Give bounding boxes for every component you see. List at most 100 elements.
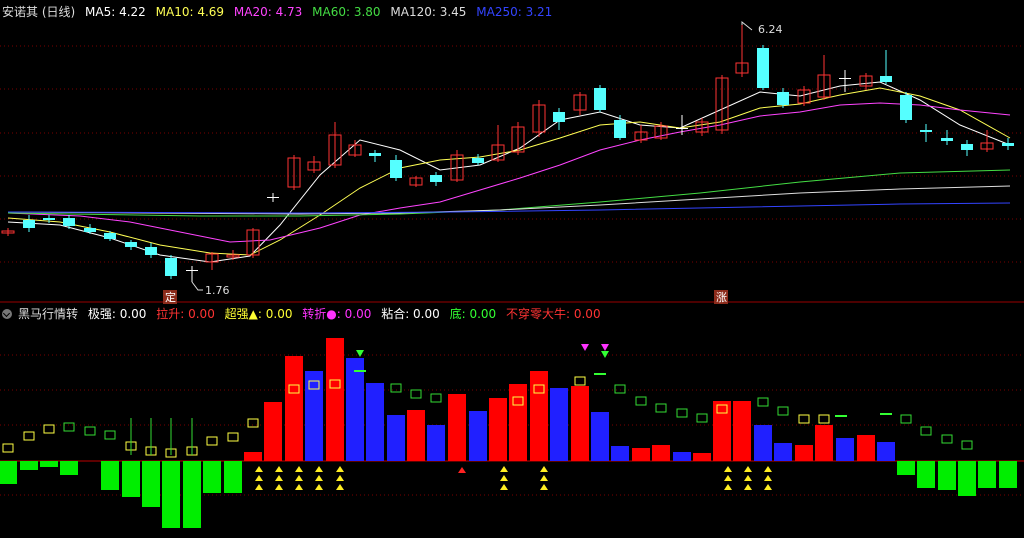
indicator-bar-10 — [224, 461, 242, 493]
indicator-bar-14 — [305, 371, 323, 461]
indicator-box-21 — [574, 376, 586, 386]
indicator-bar-47 — [978, 461, 996, 488]
marker-yellow-up-5-0 — [500, 466, 508, 472]
marker-yellow-up-7-0 — [724, 466, 732, 472]
candle-body-3 — [63, 218, 75, 226]
low-price-label: 1.76 — [205, 284, 230, 297]
indicator-box-0 — [2, 443, 14, 453]
indicator-bar-11 — [244, 452, 262, 461]
candle-body-13 — [267, 197, 279, 198]
indicator-bar-1 — [20, 461, 38, 470]
marker-yellow-up-0-2 — [255, 484, 263, 490]
marker-yellow-up-7-2 — [724, 484, 732, 490]
marker-yellow-up-3-1 — [315, 475, 323, 481]
candle-body-4 — [84, 228, 96, 232]
ma-line-5 — [7, 202, 1011, 214]
candle-body-6 — [125, 242, 137, 247]
marker-red-up-0 — [458, 467, 466, 473]
marker-magenta-down-0 — [581, 344, 589, 351]
candle-body-38 — [777, 92, 789, 105]
candle-body-7 — [145, 247, 157, 255]
candle-body-8 — [165, 258, 177, 276]
indicator-box-17 — [410, 389, 422, 399]
indicator-bar-30 — [632, 448, 650, 461]
indicator-bar-40 — [836, 438, 854, 461]
marker-yellow-up-6-0 — [540, 466, 548, 472]
marker-yellow-up-3-2 — [315, 484, 323, 490]
candle-body-45 — [920, 130, 932, 132]
marker-yellow-up-9-2 — [764, 484, 772, 490]
indicator-box-26 — [696, 413, 708, 423]
indicator-bars — [0, 338, 1017, 528]
candle-body-18 — [369, 153, 381, 156]
indicator-bar-2 — [40, 461, 58, 467]
tag-ding: 定 — [165, 290, 176, 304]
indicator-bar-34 — [713, 401, 731, 461]
indicator-bar-5 — [122, 461, 140, 497]
candle-body-37 — [757, 48, 769, 88]
marker-yellow-up-4-1 — [336, 475, 344, 481]
marker-yellow-up-1-2 — [275, 484, 283, 490]
marker-yellow-up-8-1 — [744, 475, 752, 481]
indicator-bar-31 — [652, 445, 670, 461]
indicator-bar-19 — [407, 410, 425, 461]
marker-yellow-up-3-0 — [315, 466, 323, 472]
indicator-box-4 — [84, 426, 96, 436]
ma-line-0 — [7, 81, 1011, 263]
indicator-box-5 — [104, 430, 116, 440]
marker-yellow-up-4-2 — [336, 484, 344, 490]
indicator-box-32 — [900, 414, 912, 424]
indicator-bar-15 — [326, 338, 344, 461]
candle-body-2 — [43, 218, 55, 220]
candle-body-1 — [23, 220, 35, 228]
candle-body-44 — [900, 95, 912, 120]
chart-canvas[interactable]: 6.24 1.76 定 涨 — [0, 0, 1024, 538]
indicator-bar-20 — [427, 425, 445, 461]
indicator-bar-39 — [815, 425, 833, 461]
indicator-bar-26 — [550, 388, 568, 461]
marker-yellow-up-9-1 — [764, 475, 772, 481]
indicator-bar-8 — [183, 461, 201, 528]
indicator-box-35 — [961, 440, 973, 450]
indicator-bar-36 — [754, 425, 772, 461]
indicator-bar-0 — [0, 461, 17, 484]
indicator-bar-24 — [509, 384, 527, 461]
indicator-box-1 — [23, 431, 35, 441]
candle-body-29 — [594, 88, 606, 110]
tag-zhang: 涨 — [716, 291, 727, 304]
indicator-bar-22 — [469, 411, 487, 461]
indicator-box-22 — [614, 384, 626, 394]
indicator-box-34 — [941, 434, 953, 444]
indicator-box-10 — [206, 436, 218, 446]
marker-green-down-0 — [356, 350, 364, 357]
indicator-bar-43 — [897, 461, 915, 475]
indicator-bar-38 — [795, 445, 813, 461]
indicator-bar-33 — [693, 453, 711, 461]
candle-body-43 — [880, 76, 892, 82]
marker-yellow-up-1-0 — [275, 466, 283, 472]
candle-body-21 — [430, 175, 442, 182]
candle-body-23 — [472, 158, 484, 163]
candle-body-41 — [839, 78, 851, 79]
indicator-bar-45 — [938, 461, 956, 490]
indicator-box-11 — [227, 432, 239, 442]
indicator-bar-32 — [673, 452, 691, 461]
indicator-bar-21 — [448, 394, 466, 461]
marker-yellow-up-6-1 — [540, 475, 548, 481]
candle-body-9 — [186, 270, 198, 271]
marker-yellow-up-1-1 — [275, 475, 283, 481]
indicator-box-30 — [798, 414, 810, 424]
indicator-bar-27 — [571, 386, 589, 461]
indicator-box-18 — [430, 393, 442, 403]
ma-line-1 — [7, 87, 1011, 256]
indicator-bar-17 — [366, 383, 384, 461]
candle-body-49 — [1002, 143, 1014, 146]
candle-body-5 — [104, 233, 116, 239]
ma-line-4 — [7, 185, 1011, 215]
marker-yellow-up-5-1 — [500, 475, 508, 481]
indicator-bar-4 — [101, 461, 119, 490]
indicator-box-24 — [655, 403, 667, 413]
indicator-box-23 — [635, 396, 647, 406]
ma-line-2 — [7, 102, 1011, 243]
indicator-box-25 — [676, 408, 688, 418]
